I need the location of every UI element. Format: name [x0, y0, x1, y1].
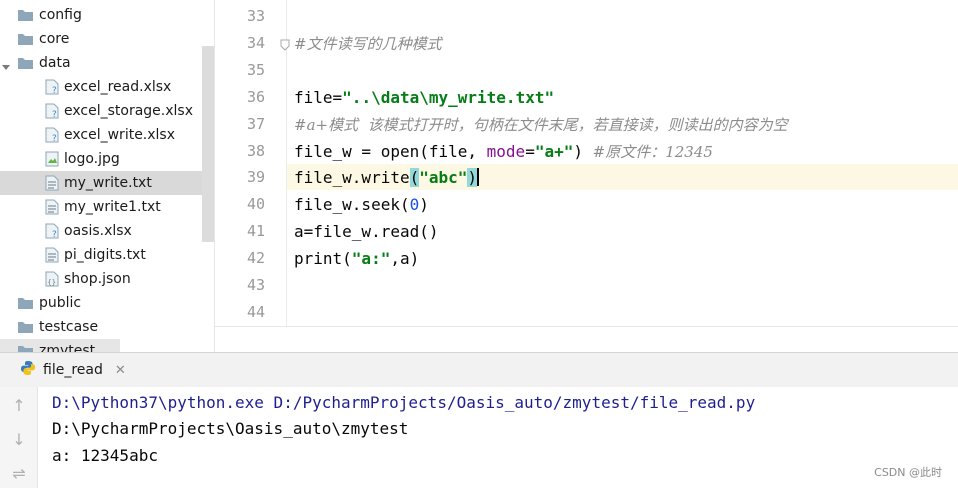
string-literal: "..\data\my_write.txt": [342, 88, 555, 107]
tree-item-excel-storage[interactable]: ? excel_storage.xlsx: [0, 99, 214, 123]
code-token: =: [525, 142, 535, 161]
svg-text:{}: {}: [48, 279, 56, 287]
run-panel-header: file_read ✕: [0, 352, 958, 388]
comment: #a+模式 该模式打开时，句柄在文件末尾，若直接读，则读出的内容为空: [294, 116, 788, 134]
code-line-34: #文件读写的几种模式: [294, 30, 442, 57]
code-token: ): [419, 195, 429, 214]
unknown-file-icon: ?: [45, 223, 59, 239]
text-file-icon: [45, 175, 59, 191]
tree-item-core[interactable]: core: [0, 27, 214, 51]
matched-paren: ): [467, 168, 478, 187]
tree-item-logo[interactable]: logo.jpg: [0, 147, 214, 171]
python-icon: [20, 360, 36, 380]
line-number: 39: [246, 168, 265, 186]
svg-text:?: ?: [52, 110, 57, 119]
tree-item-my-write[interactable]: my_write.txt: [0, 171, 214, 195]
comment: #原文件：12345: [592, 143, 713, 161]
line-number: 38: [246, 142, 265, 160]
code-token: a=file_w.read(): [294, 222, 439, 241]
console-line: D:\Python37\python.exe D:/PycharmProject…: [52, 393, 756, 412]
tree-item-public[interactable]: public: [0, 291, 214, 315]
code-token: file_w.write: [294, 168, 410, 187]
tree-item-zmytest[interactable]: zmytest: [0, 339, 120, 352]
code-line-41: a=file_w.read(): [294, 218, 439, 245]
unknown-file-icon: ?: [45, 103, 59, 119]
line-number: 36: [246, 88, 265, 106]
project-tree: config core data ? excel_read.xlsx ? exc…: [0, 0, 215, 352]
folder-icon: [18, 345, 33, 352]
string-literal: "a:": [351, 249, 391, 268]
svg-text:?: ?: [52, 230, 57, 239]
folder-icon: [18, 33, 33, 45]
line-number: 41: [246, 222, 265, 240]
tree-item-excel-read[interactable]: ? excel_read.xlsx: [0, 75, 214, 99]
tree-item-testcase[interactable]: testcase: [0, 315, 214, 339]
comment: #文件读写的几种模式: [294, 35, 442, 53]
tree-item-shop-json[interactable]: {} shop.json: [0, 267, 214, 291]
chevron-down-icon[interactable]: [2, 59, 10, 70]
watermark: CSDN @此时: [874, 466, 942, 479]
tree-item-excel-write[interactable]: ? excel_write.xlsx: [0, 123, 214, 147]
unknown-file-icon: ?: [45, 79, 59, 95]
json-file-icon: {}: [45, 271, 59, 287]
code-line-39: file_w.write("abc"): [294, 164, 480, 191]
line-number: 44: [246, 303, 265, 321]
text-file-icon: [45, 247, 59, 263]
code-line-36: file="..\data\my_write.txt": [294, 84, 554, 111]
folder-icon: [18, 321, 33, 333]
svg-text:?: ?: [52, 134, 57, 143]
code-token: ): [573, 142, 593, 161]
tree-scrollbar[interactable]: [202, 46, 214, 242]
string-literal: "a+": [534, 142, 574, 161]
folder-icon: [18, 297, 33, 309]
code-token: ,a): [390, 249, 420, 268]
code-token: file_w = open(file,: [294, 142, 487, 161]
soft-wrap-button[interactable]: ⇌: [10, 465, 28, 483]
run-tab-label: file_read: [43, 362, 103, 378]
tree-item-config[interactable]: config: [0, 3, 214, 27]
code-line-38: file_w = open(file, mode="a+") #原文件：1234…: [294, 138, 713, 165]
scroll-down-button[interactable]: ↓: [10, 431, 28, 449]
code-token: file=: [294, 88, 343, 107]
code-token: file_w.seek(: [294, 195, 410, 214]
folder-icon: [18, 57, 33, 69]
folder-icon: [18, 9, 33, 21]
console-line: D:\PycharmProjects\Oasis_auto\zmytest: [52, 419, 409, 438]
line-number: 33: [246, 7, 265, 25]
tree-item-oasis[interactable]: ? oasis.xlsx: [0, 219, 214, 243]
tree-item-data[interactable]: data: [0, 51, 214, 75]
text-file-icon: [45, 199, 59, 215]
fold-marker-icon[interactable]: [280, 36, 290, 51]
keyword-argument: mode: [486, 142, 526, 161]
editor-bottom-area: [215, 326, 958, 353]
close-icon[interactable]: ✕: [115, 363, 126, 378]
line-number: 37: [246, 115, 265, 133]
image-file-icon: [45, 151, 59, 167]
matched-paren: (: [409, 168, 420, 187]
line-number: 40: [246, 195, 265, 213]
scroll-up-button[interactable]: ↑: [10, 397, 28, 415]
number-literal: 0: [409, 195, 420, 214]
run-tab-file-read[interactable]: file_read ✕: [20, 353, 126, 387]
svg-text:?: ?: [52, 86, 57, 95]
unknown-file-icon: ?: [45, 127, 59, 143]
string-literal: "abc": [419, 168, 468, 187]
line-number: 34: [246, 34, 265, 52]
line-number: 42: [246, 249, 265, 267]
run-panel-toolbar: ↑ ↓ ⇌: [0, 387, 38, 488]
code-line-37: #a+模式 该模式打开时，句柄在文件末尾，若直接读，则读出的内容为空: [294, 111, 788, 138]
line-number: 35: [246, 61, 265, 79]
code-line-42: print("a:",a): [294, 245, 419, 272]
line-number: 43: [246, 276, 265, 294]
code-token: print(: [294, 249, 352, 268]
tree-item-my-write1[interactable]: my_write1.txt: [0, 195, 214, 219]
text-caret: [477, 168, 480, 186]
tree-item-pi-digits[interactable]: pi_digits.txt: [0, 243, 214, 267]
code-line-40: file_w.seek(0): [294, 191, 429, 218]
console-line: a: 12345abc: [52, 446, 158, 465]
